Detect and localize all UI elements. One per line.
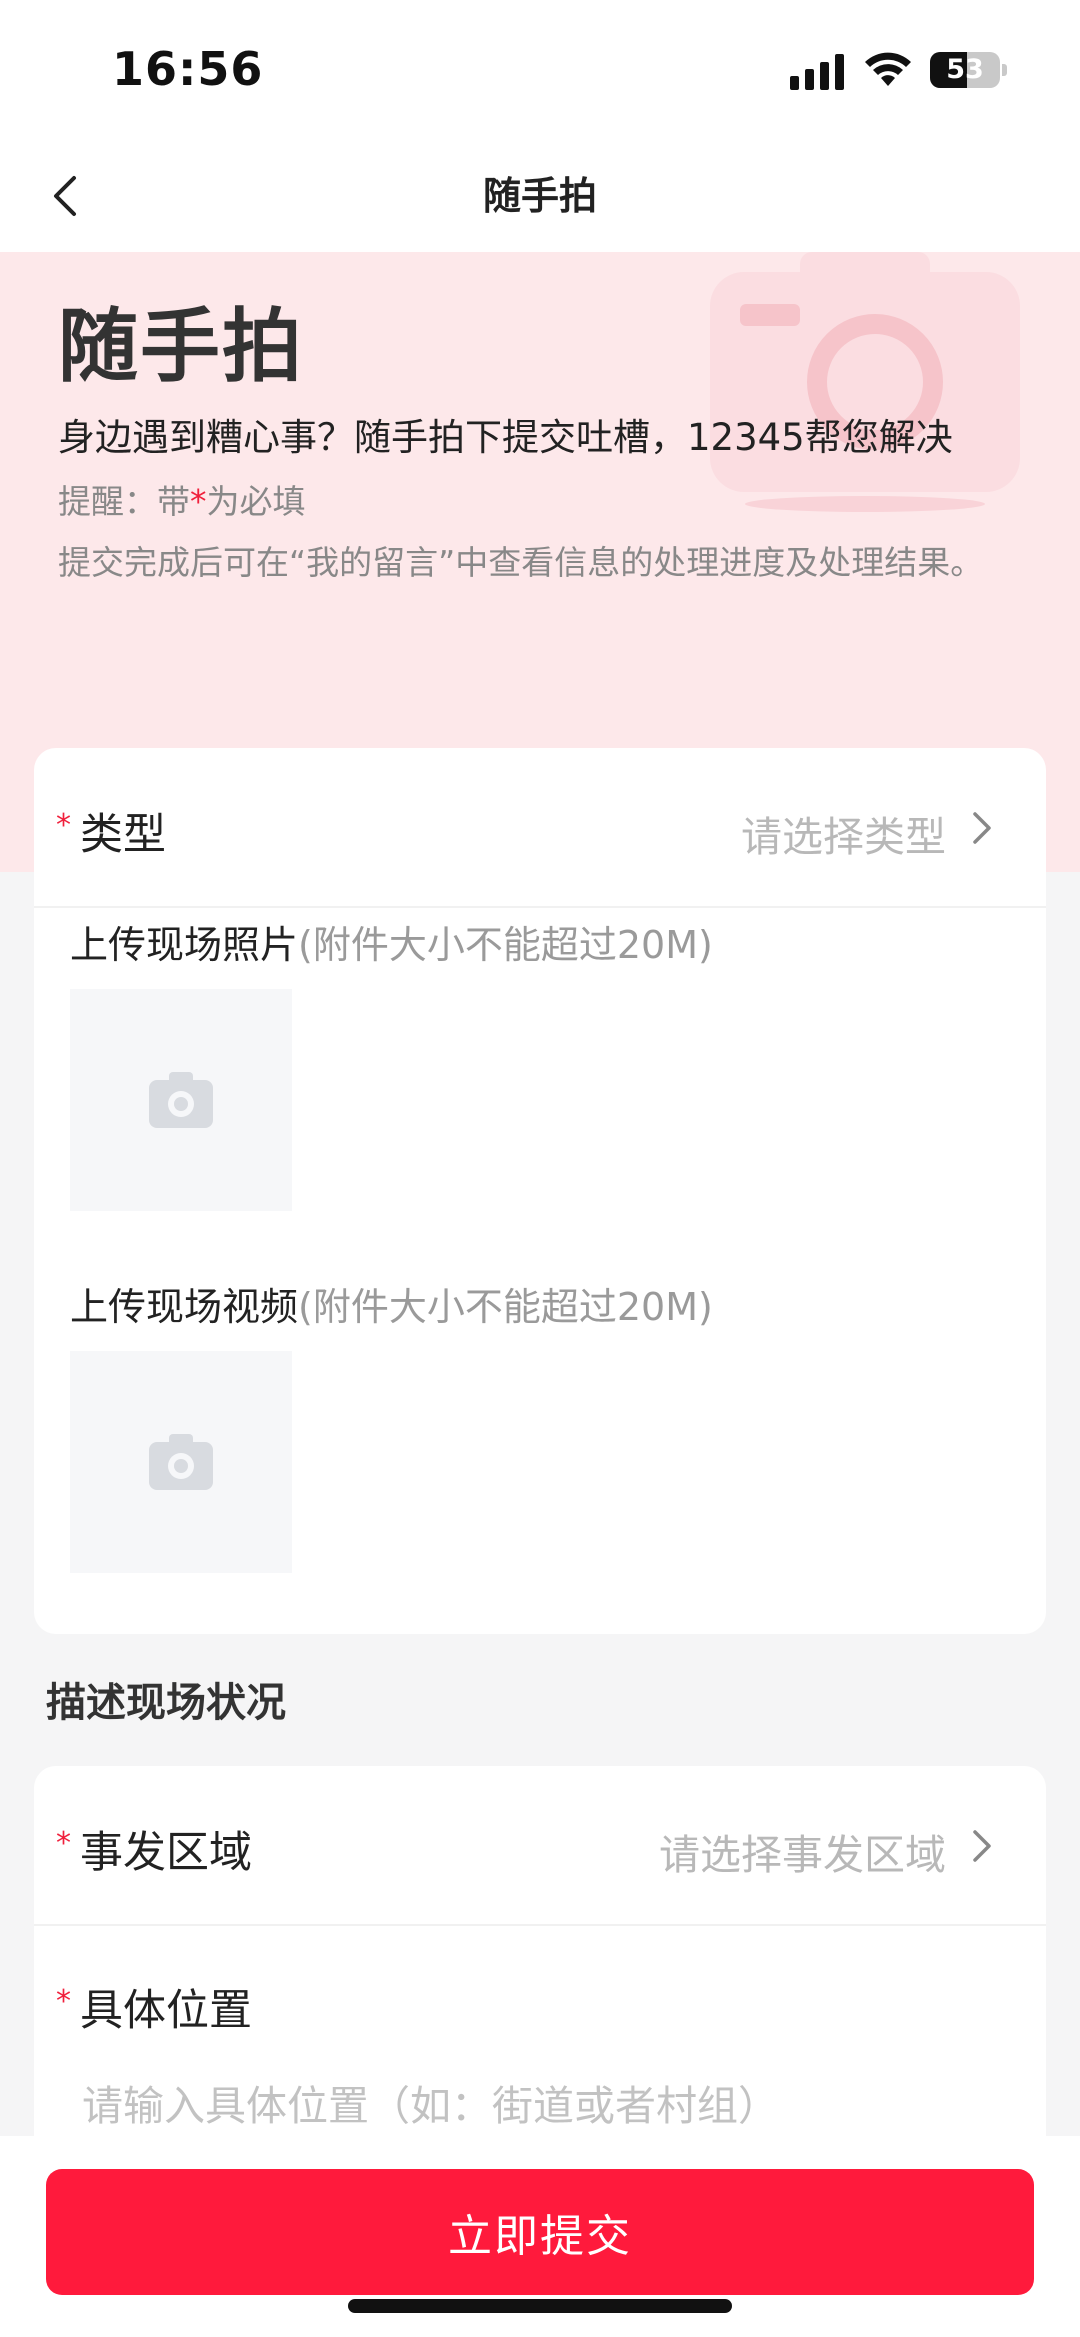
required-reminder: 提醒：带*为必填 [58, 475, 306, 523]
video-upload-button[interactable] [70, 1351, 292, 1573]
reminder-suffix: 为必填 [206, 482, 306, 521]
battery-icon: 53 [930, 52, 1007, 88]
camera-icon [149, 1072, 213, 1128]
type-selector-row[interactable]: * 类型 请选择类型 [34, 748, 1046, 908]
type-placeholder[interactable]: 请选择类型 [741, 803, 946, 863]
photo-upload-title: 上传现场照片 [70, 923, 299, 967]
video-upload-hint: (附件大小不能超过20M) [298, 1285, 713, 1329]
photo-upload-label: 上传现场照片(附件大小不能超过20M) [70, 914, 713, 969]
status-time: 16:56 [112, 42, 264, 96]
hero-title: 随手拍 [58, 300, 304, 393]
camera-illustration-icon [710, 252, 1020, 512]
required-mark: * [190, 482, 207, 521]
area-selector-row[interactable]: * 事发区域 请选择事发区域 [34, 1766, 1046, 1926]
area-placeholder[interactable]: 请选择事发区域 [659, 1821, 946, 1881]
required-mark: * [56, 1984, 71, 2019]
video-upload-label: 上传现场视频(附件大小不能超过20M) [70, 1276, 713, 1331]
upload-card: * 类型 请选择类型 上传现场照片(附件大小不能超过20M) 上传现场视频(附件… [34, 748, 1046, 1634]
video-upload-title: 上传现场视频 [70, 1285, 299, 1329]
status-bar: 16:56 53 [0, 0, 1080, 140]
photo-upload-button[interactable] [70, 989, 292, 1211]
reminder-prefix: 提醒：带 [58, 482, 190, 521]
battery-level: 53 [946, 54, 984, 85]
signal-icon [790, 54, 844, 90]
nav-bar: 随手拍 [0, 140, 1080, 252]
hero-subtitle: 身边遇到糟心事？随手拍下提交吐槽，12345帮您解决 [58, 416, 953, 459]
required-mark: * [56, 808, 71, 843]
chevron-right-icon[interactable] [962, 808, 1002, 848]
chevron-right-icon[interactable] [962, 1826, 1002, 1866]
required-mark: * [56, 1826, 71, 1861]
location-input[interactable] [82, 2071, 1002, 2141]
photo-upload-hint: (附件大小不能超过20M) [298, 923, 713, 967]
submit-button[interactable]: 立即提交 [46, 2169, 1034, 2295]
section-title: 描述现场状况 [46, 1680, 286, 1726]
nav-title: 随手拍 [482, 174, 597, 218]
wifi-icon [865, 52, 911, 86]
location-label: 具体位置 [80, 1986, 252, 2036]
home-indicator [348, 2299, 732, 2313]
type-label: 类型 [80, 810, 166, 860]
hero-note: 提交完成后可在“我的留言”中查看信息的处理进度及处理结果。 [58, 543, 984, 582]
chevron-left-icon[interactable] [40, 164, 104, 228]
area-label: 事发区域 [80, 1828, 252, 1878]
camera-icon [149, 1434, 213, 1490]
